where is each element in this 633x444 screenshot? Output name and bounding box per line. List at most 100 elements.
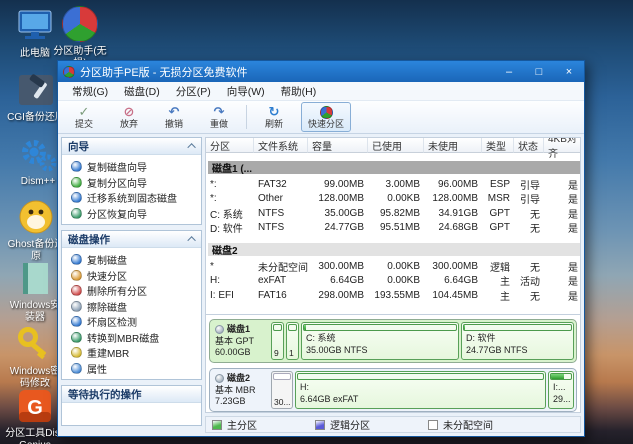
column-header[interactable]: 文件系统 [254,138,308,153]
column-header[interactable]: 未使用 [424,138,482,153]
menu-item[interactable]: 向导(W) [219,82,273,100]
disk-group-row[interactable]: 磁盘2 [208,243,580,257]
disk-panel-磁盘2[interactable]: 磁盘2 基本 MBR 7.23GB 30... H: 6.64GB exFAT I:... 2… [209,368,577,412]
table-cell[interactable]: 34.91GB [424,206,482,221]
table-cell[interactable]: 无 [514,206,544,221]
partition-block[interactable]: H: 6.64GB exFAT [295,371,546,409]
table-cell[interactable]: 95.82MB [368,206,424,221]
sidebar-item-migrate-os-to-ssd[interactable]: 迁移系统到固态磁盘 [64,190,199,206]
desktop-icon-diskgenius[interactable]: G 分区工具DiskGenius [5,386,65,444]
close-button[interactable]: × [554,61,584,82]
pending-operations-list[interactable] [62,403,201,425]
quick-partition-button[interactable]: 快速分区 [301,102,352,132]
table-cell[interactable]: 96.00MB [424,177,482,192]
table-cell[interactable]: 主 [482,288,514,303]
table-cell[interactable]: 24.77GB [308,221,368,236]
table-cell[interactable]: 是 [544,221,580,235]
partition-block[interactable]: D: 软件 24.77GB NTFS [461,322,574,360]
table-cell[interactable]: I: EFI [206,288,254,303]
table-cell[interactable]: 引导 [514,177,544,192]
table-cell[interactable]: 是 [544,274,580,288]
partition-block[interactable]: I:... 29... [548,371,574,409]
sidebar-item-quick-partition[interactable]: 快速分区 [64,268,199,284]
table-cell[interactable]: 是 [544,177,580,192]
sidebar-item-bad-sector-check[interactable]: 坏扇区检测 [64,314,199,330]
table-cell[interactable]: GPT [482,221,514,236]
table-cell[interactable]: 99.00MB [308,177,368,192]
table-cell[interactable]: 逻辑 [482,259,514,274]
sidebar-item-delete-all-partitions[interactable]: 删除所有分区 [64,283,199,299]
column-header[interactable]: 容量 [308,138,368,153]
table-cell[interactable]: * [206,259,254,274]
menu-item[interactable]: 常规(G) [64,82,116,100]
column-header[interactable]: 4KB对齐 [544,138,580,160]
table-cell[interactable]: NTFS [254,221,308,236]
table-cell[interactable]: *: [206,177,254,192]
column-header[interactable]: 已使用 [368,138,424,153]
sidebar-item-rebuild-mbr[interactable]: 重建MBR [64,345,199,361]
table-cell[interactable]: 0.00KB [368,259,424,274]
table-cell[interactable]: 24.68GB [424,221,482,236]
table-cell[interactable]: 无 [514,221,544,235]
table-cell[interactable]: 6.64GB [424,274,482,289]
disk-group-row[interactable]: 磁盘1 (... [208,161,580,175]
table-cell[interactable]: 3.00MB [368,177,424,192]
partition-block[interactable]: C: 系统 35.00GB NTFS [301,322,459,360]
table-cell[interactable]: H: [206,274,254,289]
table-cell[interactable]: 6.64GB [308,274,368,289]
table-cell[interactable]: 193.55MB [368,288,424,303]
submit-button[interactable]: ✓ 提交 [66,102,102,132]
desktop-icon-windows-installer[interactable]: Windows安装器 [5,258,65,323]
menu-item[interactable]: 分区(P) [168,82,219,100]
maximize-button[interactable]: □ [524,61,554,82]
table-cell[interactable]: FAT16 [254,288,308,303]
undo-button[interactable]: ↶ 撤销 [156,102,192,132]
table-cell[interactable]: 是 [544,206,580,221]
table-cell[interactable]: 128.00MB [424,192,482,207]
table-cell[interactable]: 298.00MB [308,288,368,303]
window-titlebar[interactable]: 分区助手PE版 - 无损分区免费软件 – □ × [58,61,584,82]
table-cell[interactable]: 104.45MB [424,288,482,303]
table-cell[interactable]: D: 软件 [206,221,254,235]
table-cell[interactable]: Other [254,192,308,207]
collapse-chevron-icon[interactable] [187,143,196,152]
table-cell[interactable]: 无 [514,288,544,303]
table-cell[interactable]: FAT32 [254,177,308,192]
table-cell[interactable]: 未分配空间 [254,259,308,274]
table-cell[interactable]: MSR [482,192,514,207]
partition-block[interactable]: 9 [271,322,284,360]
table-cell[interactable]: C: 系统 [206,206,254,221]
redo-button[interactable]: ↷ 重做 [201,102,237,132]
collapse-chevron-icon[interactable] [187,236,196,245]
column-header[interactable]: 类型 [482,138,514,153]
table-cell[interactable]: exFAT [254,274,308,289]
sidebar-item-properties[interactable]: 属性 [64,361,199,377]
column-header[interactable]: 分区 [206,138,254,153]
table-cell[interactable]: ESP [482,177,514,192]
partition-block[interactable]: 1 [286,322,299,360]
desktop-icon-windows-password[interactable]: Windows密码修改 [5,324,65,389]
minimize-button[interactable]: – [494,61,524,82]
disk-panel-磁盘1[interactable]: 磁盘1 基本 GPT 60.00GB 9 1 C: 系统 35.00GB NTFS D: 软件… [209,319,577,363]
sidebar-item-partition-recovery-wizard[interactable]: 分区恢复向导 [64,206,199,222]
table-cell[interactable]: 是 [544,259,580,274]
sidebar-item-copy-disk-wizard[interactable]: 复制磁盘向导 [64,159,199,175]
table-cell[interactable]: 128.00MB [308,192,368,207]
table-cell[interactable]: 是 [544,288,580,303]
table-cell[interactable]: 主 [482,274,514,288]
menu-item[interactable]: 帮助(H) [273,82,325,100]
sidebar-item-copy-partition-wizard[interactable]: 复制分区向导 [64,175,199,191]
sidebar-item-convert-to-mbr[interactable]: 转换到MBR磁盘 [64,330,199,346]
table-cell[interactable]: 是 [544,192,580,206]
table-cell[interactable]: 0.00KB [368,192,424,207]
table-cell[interactable]: *: [206,192,254,207]
table-cell[interactable]: 引导 [514,192,544,206]
table-cell[interactable]: 活动 [514,274,544,288]
table-cell[interactable]: 35.00GB [308,206,368,221]
sidebar-item-wipe-disk[interactable]: 擦除磁盘 [64,299,199,315]
refresh-button[interactable]: ↻ 刷新 [256,102,292,132]
table-cell[interactable]: 300.00MB [424,259,482,274]
table-cell[interactable]: NTFS [254,206,308,221]
table-cell[interactable]: GPT [482,206,514,221]
partition-block[interactable]: 30... [271,371,293,409]
